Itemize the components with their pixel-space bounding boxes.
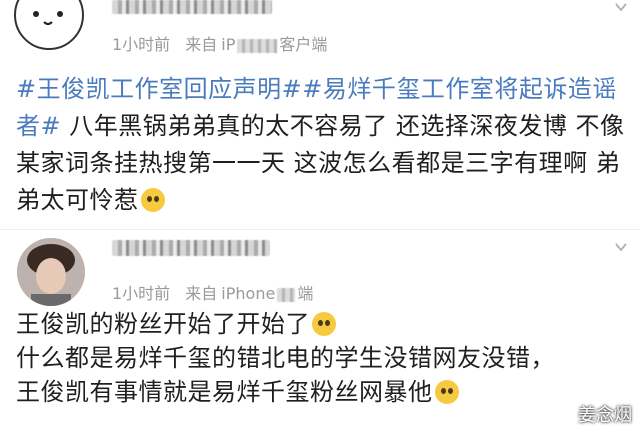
user-avatar[interactable] bbox=[17, 238, 85, 306]
post-source-start: iP bbox=[221, 35, 236, 54]
post-source-start: iPhone bbox=[221, 284, 276, 303]
post-content: 王俊凯的粉丝开始了开始了 什么都是易烊千玺的错北电的学生没错网友没错， 王俊凯有… bbox=[16, 307, 630, 409]
chevron-down-icon[interactable] bbox=[614, 240, 628, 254]
post-time: 1小时前 bbox=[112, 35, 171, 54]
post-line-text: 什么都是易烊千玺的错北电的学生没错网友没错， bbox=[16, 344, 555, 372]
divider bbox=[0, 229, 640, 230]
watermark: 姜念烟 bbox=[578, 405, 632, 426]
hand-over-mouth-face-icon bbox=[434, 380, 459, 404]
pleading-face-icon bbox=[140, 188, 165, 212]
post-source-prefix: 来自 bbox=[185, 35, 218, 54]
post-card: 1小时前 来自 iPhone 端 王俊凯的粉丝开始了开始了 什么都是易烊千玺的错北电… bbox=[0, 232, 640, 433]
post-card: 1小时前 来自 iP 客户端 #王俊凯工作室回应声明##易烊千玺工作室将起诉造谣者#… bbox=[0, 0, 640, 232]
username-blurred[interactable] bbox=[112, 0, 272, 14]
post-text: 八年黑锅弟弟真的太不容易了 还选择深夜发博 不像某家词条挂热搜第一一天 这波怎么… bbox=[16, 112, 625, 214]
post-line: 王俊凯的粉丝开始了开始了 bbox=[16, 307, 630, 341]
post-meta: 1小时前 来自 iPhone 端 bbox=[112, 280, 323, 304]
post-line: 什么都是易烊千玺的错北电的学生没错网友没错， bbox=[16, 341, 630, 375]
post-source-end: 客户端 bbox=[279, 35, 328, 54]
photo-avatar-icon bbox=[17, 238, 85, 306]
post-meta: 1小时前 来自 iP 客户端 bbox=[112, 31, 337, 55]
post-source-end: 端 bbox=[297, 284, 314, 303]
post-line-text: 王俊凯的粉丝开始了开始了 bbox=[16, 310, 310, 338]
hashtag-link[interactable]: #王俊凯工作室回应声明# bbox=[16, 75, 302, 103]
fearful-face-icon bbox=[312, 312, 336, 336]
username-blurred[interactable] bbox=[112, 240, 270, 256]
post-line-text: 王俊凯有事情就是易烊千玺粉丝网暴他 bbox=[16, 378, 433, 406]
blur-mask bbox=[277, 287, 296, 302]
post-content: #王俊凯工作室回应声明##易烊千玺工作室将起诉造谣者# 八年黑锅弟弟真的太不容易… bbox=[16, 71, 630, 219]
post-line: 王俊凯有事情就是易烊千玺粉丝网暴他 bbox=[16, 375, 630, 409]
cartoon-avatar-icon bbox=[33, 11, 63, 25]
chevron-down-icon[interactable] bbox=[614, 0, 628, 14]
post-source-prefix: 来自 bbox=[185, 284, 218, 303]
user-avatar[interactable] bbox=[14, 0, 84, 50]
post-time: 1小时前 bbox=[112, 284, 171, 303]
blur-mask bbox=[237, 38, 278, 53]
